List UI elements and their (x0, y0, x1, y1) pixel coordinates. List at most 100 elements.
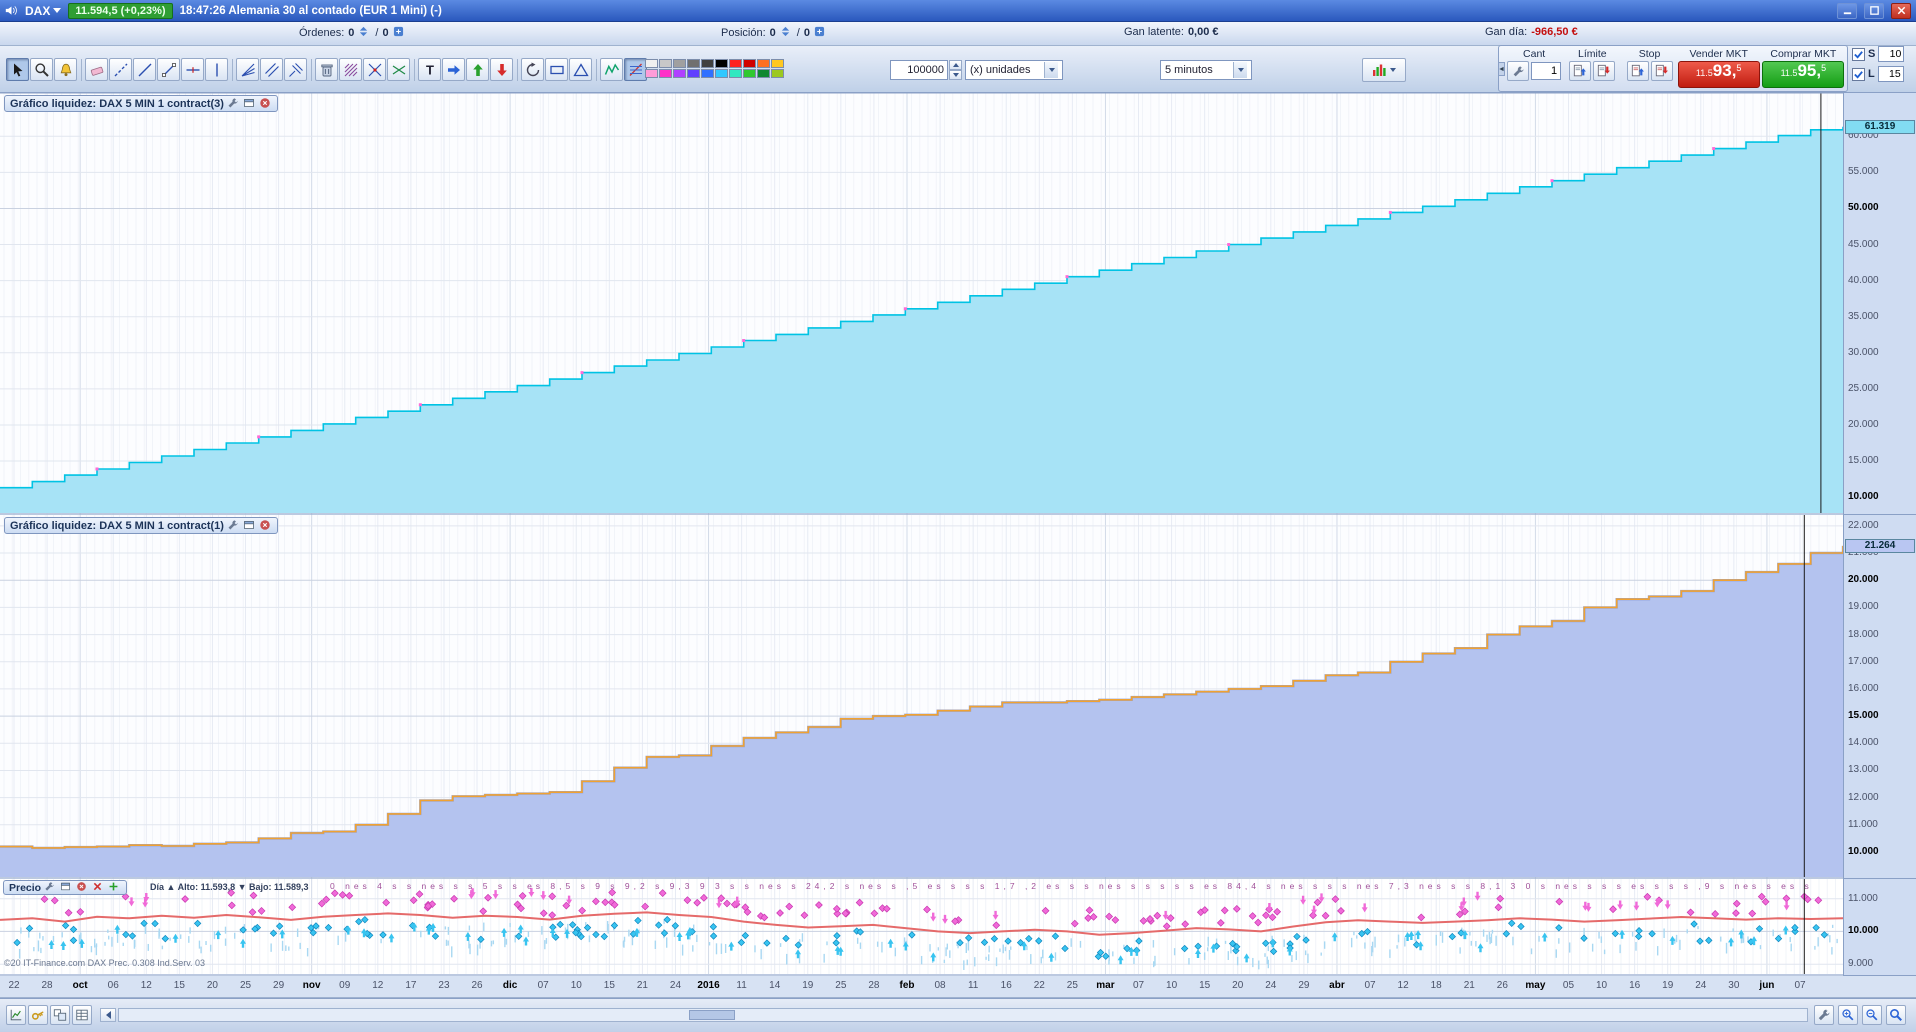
arrow-right-tool[interactable] (442, 58, 465, 81)
limit-distance-input[interactable] (1877, 66, 1904, 82)
window-icon[interactable] (60, 881, 73, 894)
position-stepper-icon[interactable] (780, 26, 793, 39)
key-button[interactable] (28, 1005, 48, 1025)
remove-indicator-icon[interactable] (92, 881, 105, 894)
vertical-line-tool[interactable] (205, 58, 228, 81)
cross-tool[interactable] (363, 58, 386, 81)
quantity-input[interactable] (890, 60, 948, 80)
wrench-icon[interactable] (44, 881, 57, 894)
arrow-up-tool[interactable] (466, 58, 489, 81)
eraser-tool[interactable] (85, 58, 108, 81)
limite-sell-button[interactable] (1593, 61, 1616, 81)
chart-edit-button[interactable] (6, 1005, 26, 1025)
search-button[interactable] (1886, 1005, 1906, 1025)
minimize-button[interactable] (1837, 2, 1857, 19)
cross-alt-tool[interactable] (387, 58, 410, 81)
arrow-down-tool[interactable] (490, 58, 513, 81)
trendline-dashed-tool[interactable] (109, 58, 132, 81)
color-swatch[interactable] (645, 59, 658, 68)
retracement-tool[interactable] (624, 58, 647, 81)
color-swatch[interactable] (729, 69, 742, 78)
parallel-lines-tool[interactable] (260, 58, 283, 81)
wrench-icon[interactable] (227, 97, 240, 110)
zigzag-tool[interactable] (600, 58, 623, 81)
timeframe-select[interactable]: 5 minutos (1160, 60, 1252, 80)
fan-lines-tool[interactable] (236, 58, 259, 81)
color-swatch[interactable] (771, 69, 784, 78)
zoom-tool[interactable] (30, 58, 53, 81)
triangle-tool[interactable] (569, 58, 592, 81)
buy-market-button[interactable]: 11.5 95, 5 (1762, 61, 1845, 88)
color-swatch[interactable] (687, 69, 700, 78)
horizontal-scrollbar[interactable] (118, 1008, 1808, 1022)
horizontal-line-tool[interactable] (181, 58, 204, 81)
limit-checkbox[interactable] (1852, 67, 1865, 81)
maximize-button[interactable] (1864, 2, 1884, 19)
color-swatch[interactable] (715, 59, 728, 68)
close-icon[interactable] (259, 519, 272, 532)
color-swatch[interactable] (687, 59, 700, 68)
chart1-tab[interactable]: Gráfico liquidez: DAX 5 MIN 1 contract(3… (4, 95, 278, 112)
add-indicator-icon[interactable] (108, 881, 121, 894)
color-swatch[interactable] (673, 69, 686, 78)
limite-buy-button[interactable] (1569, 61, 1592, 81)
price-tab[interactable]: Precio (3, 880, 128, 895)
sell-market-button[interactable]: 11.5 93, 5 (1677, 61, 1760, 88)
table-view-button[interactable] (72, 1005, 92, 1025)
window-icon[interactable] (243, 519, 256, 532)
segment-tool[interactable] (157, 58, 180, 81)
chart-type-button[interactable] (1362, 58, 1406, 82)
chart-settings-button[interactable] (1814, 1005, 1834, 1025)
color-swatch[interactable] (701, 69, 714, 78)
zoom-out-button[interactable] (1862, 1005, 1882, 1025)
trade-panel-collapse-arrow[interactable]: ◄ (1498, 62, 1505, 76)
color-swatch[interactable] (645, 69, 658, 78)
stop-distance-input[interactable] (1878, 46, 1905, 62)
chart2-tab[interactable]: Gráfico liquidez: DAX 5 MIN 1 contract(1… (4, 517, 278, 534)
symbol-selector[interactable]: DAX (25, 4, 62, 18)
color-swatch[interactable] (757, 59, 770, 68)
pitchfork-tool[interactable] (284, 58, 307, 81)
color-swatch[interactable] (743, 59, 756, 68)
wrench-icon[interactable] (227, 519, 240, 532)
window-icon[interactable] (243, 97, 256, 110)
rectangle-tool[interactable] (545, 58, 568, 81)
close-icon[interactable] (259, 97, 272, 110)
quantity-stepper[interactable] (949, 60, 962, 80)
stop-checkbox[interactable] (1852, 47, 1865, 61)
scroll-left-button[interactable] (100, 1008, 116, 1022)
stop-sell-button[interactable] (1650, 61, 1673, 81)
color-swatch[interactable] (715, 69, 728, 78)
zoom-in-button[interactable] (1838, 1005, 1858, 1025)
color-swatch[interactable] (771, 59, 784, 68)
cant-input[interactable] (1531, 62, 1562, 80)
color-swatch[interactable] (659, 69, 672, 78)
link-windows-button[interactable] (50, 1005, 70, 1025)
delete-drawings-tool[interactable] (315, 58, 338, 81)
color-swatch[interactable] (701, 59, 714, 68)
color-swatch[interactable] (743, 69, 756, 78)
color-swatch[interactable] (659, 59, 672, 68)
close-icon[interactable] (1891, 2, 1911, 19)
alarm-tool[interactable] (54, 58, 77, 81)
speaker-icon[interactable] (5, 4, 18, 17)
orders-list-icon[interactable] (393, 26, 406, 39)
trendline-tool[interactable] (133, 58, 156, 81)
text-tool[interactable]: T (418, 58, 441, 81)
close-icon[interactable] (76, 881, 89, 894)
cant-settings-button[interactable] (1507, 61, 1530, 81)
time-axis[interactable]: 22 28 oct 06 12 15 20 25 29 nov 09 12 17 23 26 dic 07 10 1… (0, 976, 1916, 998)
color-swatch[interactable] (729, 59, 742, 68)
color-swatch[interactable] (673, 59, 686, 68)
rotate-tool[interactable] (521, 58, 544, 81)
price-axis[interactable]: 60.000 55.000 50.000 45.000 40.000 35.000 30.0… (1843, 93, 1916, 976)
pointer-tool[interactable] (6, 58, 29, 81)
scrollbar-thumb[interactable] (689, 1010, 735, 1020)
position-list-icon[interactable] (814, 26, 827, 39)
color-swatch[interactable] (757, 69, 770, 78)
orders-stepper-icon[interactable] (358, 26, 371, 39)
hatch-tool[interactable] (339, 58, 362, 81)
units-select[interactable]: (x) unidades (965, 60, 1063, 80)
date-label: 16 (1000, 980, 1012, 991)
stop-buy-button[interactable] (1626, 61, 1649, 81)
